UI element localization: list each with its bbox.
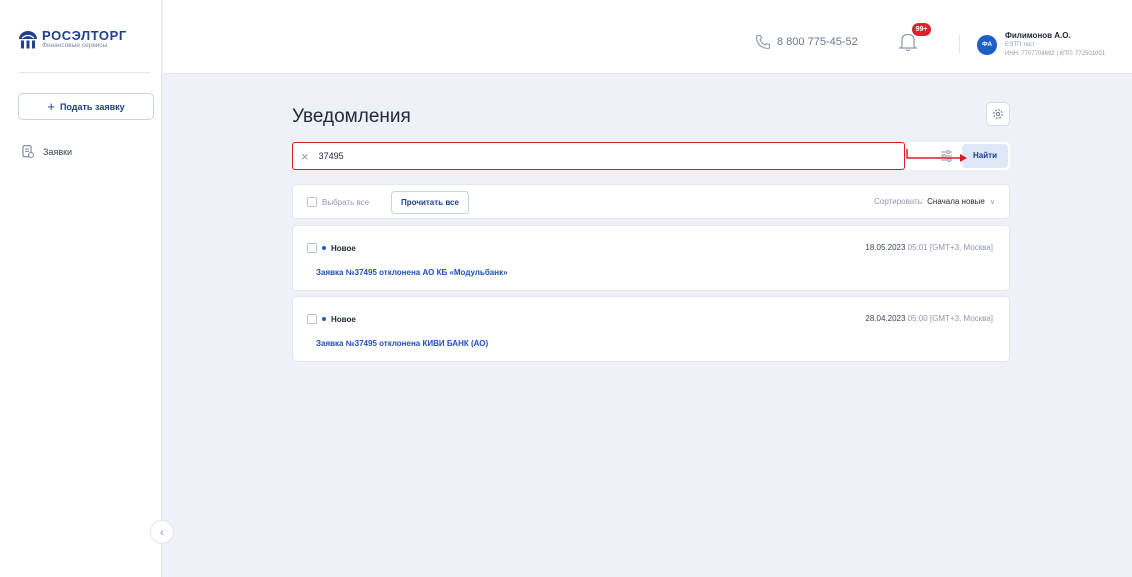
roseltorg-logo-icon — [19, 30, 37, 48]
notification-status: Новое — [307, 243, 356, 253]
gear-icon — [993, 109, 1003, 119]
chevron-down-icon: ∨ — [989, 198, 995, 206]
brand-name: РОСЭЛТОРГ — [42, 28, 127, 43]
user-name: Филимонов А.О. — [1005, 31, 1071, 40]
document-list-icon — [22, 145, 34, 158]
header-divider — [959, 34, 960, 54]
notification-card[interactable]: Новое 18.05.2023 05:01 [GMT+3, Москва] З… — [292, 225, 1010, 291]
time-value: 05:01 [GMT+3, Москва] — [907, 243, 993, 252]
notifications-toolbar: Выбрать все Прочитать все Сортировать: С… — [292, 184, 1010, 219]
status-label: Новое — [331, 314, 356, 324]
select-all-label: Выбрать все — [322, 197, 370, 207]
submit-application-button[interactable]: + Подать заявку — [18, 93, 154, 120]
status-label: Новое — [331, 243, 356, 253]
sort-dropdown[interactable]: Сортировать: Сначала новые ∨ — [874, 197, 995, 206]
unread-dot-icon — [322, 246, 326, 250]
chevron-left-icon: ‹ — [160, 525, 164, 539]
notification-checkbox[interactable] — [307, 314, 317, 324]
search-button[interactable]: Найти — [962, 144, 1008, 168]
plus-icon: + — [47, 99, 55, 114]
notification-date: 18.05.2023 05:01 [GMT+3, Москва] — [865, 243, 993, 252]
sidebar-divider — [18, 72, 151, 73]
unread-dot-icon — [322, 317, 326, 321]
user-organization: ЕЭТП тест — [1005, 42, 1035, 48]
brand-subtitle: Финансовые сервисы — [42, 42, 108, 49]
notification-checkbox[interactable] — [307, 243, 317, 253]
notifications-badge: 99+ — [912, 23, 931, 36]
notification-date: 28.04.2023 05:00 [GMT+3, Москва] — [865, 314, 993, 323]
user-info[interactable]: Филимонов А.О. ЕЭТП тест ИНН: 7707704692… — [1005, 31, 1105, 58]
search-bar: × 37495 Найти — [292, 142, 1010, 170]
notification-settings-button[interactable] — [986, 102, 1010, 126]
annotation-arrow-icon — [906, 149, 967, 162]
sort-value: Сначала новые — [927, 197, 985, 206]
phone-number: 8 800 775-45-52 — [777, 36, 858, 48]
top-header: 8 800 775-45-52 99+ ФА Филимонов А.О. ЕЭ… — [163, 0, 1132, 74]
clear-search-icon[interactable]: × — [301, 150, 309, 163]
page-title: Уведомления — [292, 106, 411, 127]
mark-all-read-button[interactable]: Прочитать все — [391, 191, 469, 214]
select-all-checkbox[interactable]: Выбрать все — [307, 197, 369, 207]
support-phone[interactable]: 8 800 775-45-52 — [755, 34, 858, 50]
brand-logo[interactable]: РОСЭЛТОРГ Финансовые сервисы — [18, 29, 127, 50]
phone-icon — [755, 34, 771, 50]
notification-link[interactable]: Заявка №37495 отклонена КИВИ БАНК (АО) — [316, 339, 488, 348]
sort-label: Сортировать: — [874, 197, 925, 206]
avatar[interactable]: ФА — [977, 35, 997, 55]
sidebar-item-applications[interactable]: Заявки — [22, 145, 72, 158]
checkbox[interactable] — [307, 197, 317, 207]
user-inn-kpp: ИНН: 7707704692 | КПП: 772501001 — [1005, 51, 1106, 57]
search-input-value: 37495 — [318, 151, 344, 161]
time-value: 05:00 [GMT+3, Москва] — [907, 314, 993, 323]
notification-status: Новое — [307, 314, 356, 324]
submit-application-label: Подать заявку — [59, 101, 125, 112]
sidebar: РОСЭЛТОРГ Финансовые сервисы + Подать за… — [0, 0, 162, 577]
date-value: 28.04.2023 — [865, 314, 906, 323]
search-input[interactable]: × 37495 — [292, 142, 905, 170]
date-value: 18.05.2023 — [865, 243, 906, 252]
notification-link[interactable]: Заявка №37495 отклонена АО КБ «Модульбан… — [316, 268, 508, 277]
collapse-sidebar-button[interactable]: ‹ — [150, 520, 174, 544]
notification-card[interactable]: Новое 28.04.2023 05:00 [GMT+3, Москва] З… — [292, 296, 1010, 362]
sidebar-item-label: Заявки — [43, 146, 73, 157]
